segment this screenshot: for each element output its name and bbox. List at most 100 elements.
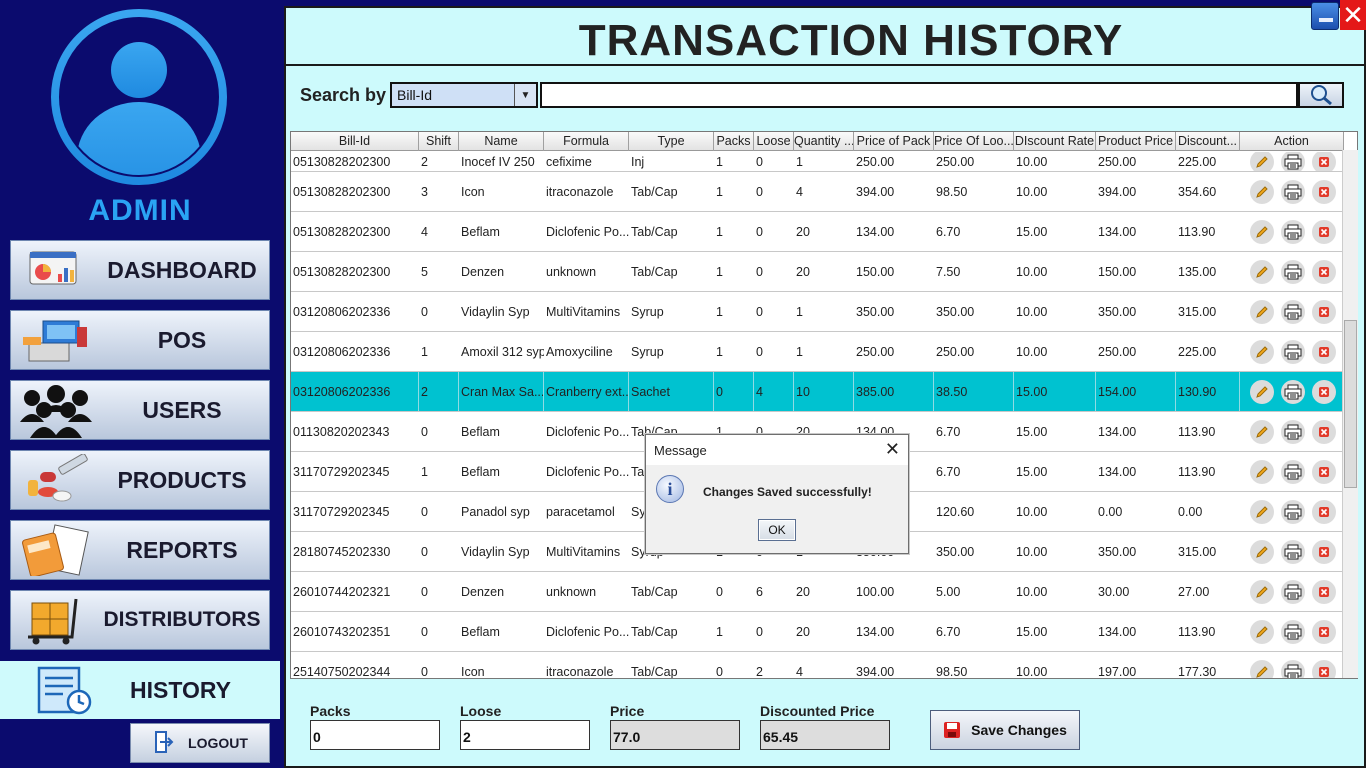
delete-icon[interactable] <box>1312 339 1336 364</box>
packs-input[interactable]: 0 <box>310 720 440 750</box>
delete-icon[interactable] <box>1312 299 1336 324</box>
column-header[interactable]: Bill-Id <box>291 132 419 151</box>
edit-icon[interactable] <box>1250 619 1274 644</box>
print-icon[interactable] <box>1281 579 1305 604</box>
print-icon[interactable] <box>1281 659 1305 678</box>
search-field-select[interactable]: Bill-Id ▼ <box>390 82 538 108</box>
table-cell: 354.60 <box>1178 184 1217 199</box>
column-header[interactable]: Price of Pack <box>854 132 934 151</box>
save-changes-button[interactable]: Save Changes <box>930 710 1080 750</box>
table-scrollbar[interactable] <box>1342 150 1358 678</box>
chevron-down-icon[interactable]: ▼ <box>514 84 536 106</box>
print-icon[interactable] <box>1281 379 1305 404</box>
print-icon[interactable] <box>1281 539 1305 564</box>
table-body: 05130828202300 2 Inocef IV 250 cefixime Inj 1… <box>291 152 1344 678</box>
table-row[interactable]: 03120806202336 2 Cran Max Sa... Cranberry e… <box>291 372 1344 412</box>
column-header[interactable]: Packs <box>714 132 754 151</box>
column-header[interactable]: Shift <box>419 132 459 151</box>
edit-icon[interactable] <box>1250 259 1274 284</box>
table-cell: Vidaylin Syp <box>461 304 530 319</box>
print-icon[interactable] <box>1281 299 1305 324</box>
column-header[interactable]: Price Of Loo... <box>934 132 1014 151</box>
table-row[interactable]: 05130828202300 4 Beflam Diclofenic Po... Tab… <box>291 212 1344 252</box>
table-cell: Denzen <box>461 264 505 279</box>
table-cell: 0 <box>421 584 428 599</box>
search-input[interactable] <box>540 82 1298 108</box>
column-header[interactable]: Discount... <box>1176 132 1240 151</box>
nav-history-button[interactable]: HISTORY <box>0 661 280 719</box>
table-row[interactable]: 05130828202300 2 Inocef IV 250 cefixime Inj 1… <box>291 152 1344 172</box>
logout-button[interactable]: LOGOUT <box>130 723 270 763</box>
edit-icon[interactable] <box>1250 659 1274 678</box>
nav-products-button[interactable]: PRODUCTS <box>10 450 270 510</box>
print-icon[interactable] <box>1281 619 1305 644</box>
table-cell: Beflam <box>461 424 500 439</box>
delete-icon[interactable] <box>1312 539 1336 564</box>
column-header[interactable]: Loose <box>754 132 794 151</box>
edit-icon[interactable] <box>1250 539 1274 564</box>
table-cell: 0 <box>714 372 754 411</box>
print-icon[interactable] <box>1281 419 1305 444</box>
delete-icon[interactable] <box>1312 419 1336 444</box>
column-header[interactable]: Name <box>459 132 544 151</box>
nav-users-button[interactable]: USERS <box>10 380 270 440</box>
nav-distributors-button[interactable]: DISTRIBUTORS <box>10 590 270 650</box>
column-header[interactable]: DIscount Rate <box>1014 132 1096 151</box>
nav-reports-label: REPORTS <box>126 536 238 563</box>
print-icon[interactable] <box>1281 152 1305 171</box>
column-header[interactable]: Product Price <box>1096 132 1176 151</box>
print-icon[interactable] <box>1281 339 1305 364</box>
delete-icon[interactable] <box>1312 152 1336 171</box>
edit-icon[interactable] <box>1250 459 1274 484</box>
loose-input[interactable]: 2 <box>460 720 590 750</box>
dialog-ok-button[interactable]: OK <box>758 519 796 541</box>
column-header[interactable]: Formula <box>544 132 629 151</box>
delete-icon[interactable] <box>1312 219 1336 244</box>
edit-icon[interactable] <box>1250 299 1274 324</box>
table-row[interactable]: 26010743202351 0 Beflam Diclofenic Po... Tab… <box>291 612 1344 652</box>
minimize-window-button[interactable] <box>1311 2 1339 30</box>
delete-icon[interactable] <box>1312 459 1336 484</box>
edit-icon[interactable] <box>1250 152 1274 171</box>
delete-icon[interactable] <box>1312 379 1336 404</box>
edit-icon[interactable] <box>1250 499 1274 524</box>
table-cell: 113.90 <box>1178 424 1216 439</box>
table-cell: 6 <box>756 584 763 599</box>
print-icon[interactable] <box>1281 219 1305 244</box>
table-row[interactable]: 05130828202300 5 Denzen unknown Tab/Cap 1 0 20 1… <box>291 252 1344 292</box>
column-header[interactable]: Action <box>1240 132 1344 151</box>
column-header[interactable]: Quantity ... <box>794 132 854 151</box>
table-row[interactable]: 25140750202344 0 Icon itraconazole Tab/Cap 0 2… <box>291 652 1344 678</box>
table-row[interactable]: 03120806202336 1 Amoxil 312 syp Amoxyciline… <box>291 332 1344 372</box>
table-row[interactable]: 03120806202336 0 Vidaylin Syp MultiVitamins… <box>291 292 1344 332</box>
delete-icon[interactable] <box>1312 179 1336 204</box>
table-cell: Tab/Cap <box>631 584 678 599</box>
delete-icon[interactable] <box>1312 579 1336 604</box>
delete-icon[interactable] <box>1312 259 1336 284</box>
nav-reports-button[interactable]: REPORTS <box>10 520 270 580</box>
table-row[interactable]: 05130828202300 3 Icon itraconazole Tab/Cap 1 0… <box>291 172 1344 212</box>
print-icon[interactable] <box>1281 459 1305 484</box>
table-cell: 38.50 <box>934 372 1014 411</box>
nav-pos-button[interactable]: POS <box>10 310 270 370</box>
print-icon[interactable] <box>1281 499 1305 524</box>
edit-icon[interactable] <box>1250 339 1274 364</box>
edit-icon[interactable] <box>1250 579 1274 604</box>
print-icon[interactable] <box>1281 179 1305 204</box>
edit-icon[interactable] <box>1250 379 1274 404</box>
delete-icon[interactable] <box>1312 499 1336 524</box>
table-row[interactable]: 26010744202321 0 Denzen unknown Tab/Cap 0 6 20 1… <box>291 572 1344 612</box>
edit-icon[interactable] <box>1250 419 1274 444</box>
search-button[interactable] <box>1298 82 1344 108</box>
column-header[interactable]: Type <box>629 132 714 151</box>
delete-icon[interactable] <box>1312 619 1336 644</box>
scrollbar-thumb[interactable] <box>1344 320 1357 488</box>
close-window-button[interactable]: ✕ <box>1340 0 1366 30</box>
delete-icon[interactable] <box>1312 659 1336 678</box>
edit-icon[interactable] <box>1250 179 1274 204</box>
edit-icon[interactable] <box>1250 219 1274 244</box>
nav-dashboard-button[interactable]: DASHBOARD <box>10 240 270 300</box>
dialog-close-icon[interactable]: ✕ <box>885 439 900 460</box>
table-cell: 0 <box>756 304 763 319</box>
print-icon[interactable] <box>1281 259 1305 284</box>
